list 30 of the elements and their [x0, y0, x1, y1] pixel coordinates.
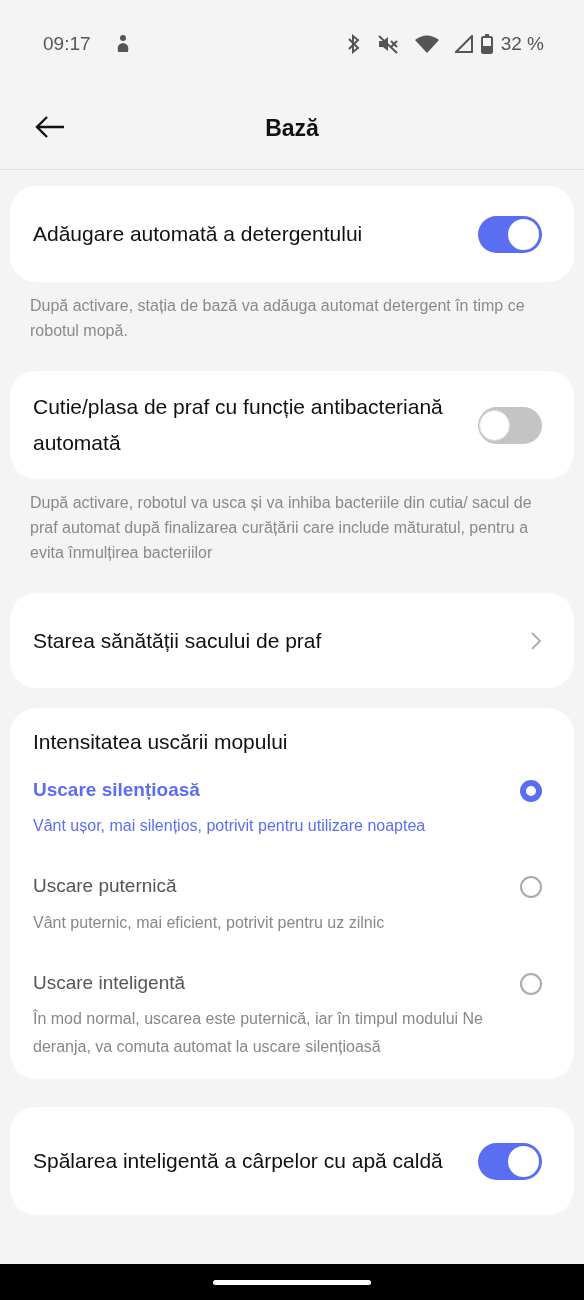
- home-handle[interactable]: [213, 1279, 371, 1285]
- toggle-switch[interactable]: [478, 1142, 542, 1180]
- option-description: În mod normal, uscarea este puternică, iar în timpul modului Ne deranja, va comuta automat la uscare silențioasă: [33, 1008, 484, 1058]
- setting-label: Spălarea inteligentă a cârpelor cu apă caldă: [33, 1148, 443, 1175]
- back-button[interactable]: [34, 114, 66, 139]
- setting-label: Cutie/plasa de praf cu funcție antibacteriană automată: [33, 394, 444, 456]
- muted-speaker-icon: [376, 34, 399, 54]
- toggle-switch[interactable]: [478, 215, 542, 253]
- option-label[interactable]: Uscare silențioasă: [33, 775, 426, 805]
- signal-icon: [454, 35, 473, 53]
- setting-label: Adăugare automată a detergentului: [33, 221, 363, 248]
- radio-button[interactable]: [520, 779, 542, 802]
- radio-button[interactable]: [520, 876, 542, 899]
- option-label[interactable]: Uscare puternică: [33, 872, 385, 901]
- chevron-icon: [530, 630, 542, 651]
- status-time: 09:17: [43, 31, 91, 56]
- wifi-icon: [414, 35, 439, 53]
- section-title: Intensitatea uscării mopului: [33, 729, 289, 755]
- setting-description: După activare, stația de bază va adăuga automat detergent în timp ce robotul mopă.: [29, 296, 526, 341]
- toggle-switch[interactable]: [478, 406, 542, 444]
- page-title: Bază: [265, 114, 319, 144]
- bluetooth-icon: [346, 34, 361, 54]
- radio-button[interactable]: [520, 972, 542, 995]
- battery-icon: [480, 34, 493, 54]
- battery-level: 32 %: [500, 31, 544, 56]
- option-label[interactable]: Uscare inteligentă: [33, 968, 504, 998]
- settings-row[interactable]: Starea sănătății sacului de praf: [10, 593, 574, 688]
- setting-description: După activare, robotul va usca și va inhiba bacteriile din cutia/ sacul de praf automat după finalizarea curățării care include măturatul, pentru a evita înmulțirea bacteriilor: [29, 493, 533, 563]
- option-description: Vânt ușor, mai silențios, potrivit pentru utilizare noaptea: [33, 816, 426, 837]
- option-description: Vânt puternic, mai eficient, potrivit pentru uz zilnic: [33, 912, 385, 933]
